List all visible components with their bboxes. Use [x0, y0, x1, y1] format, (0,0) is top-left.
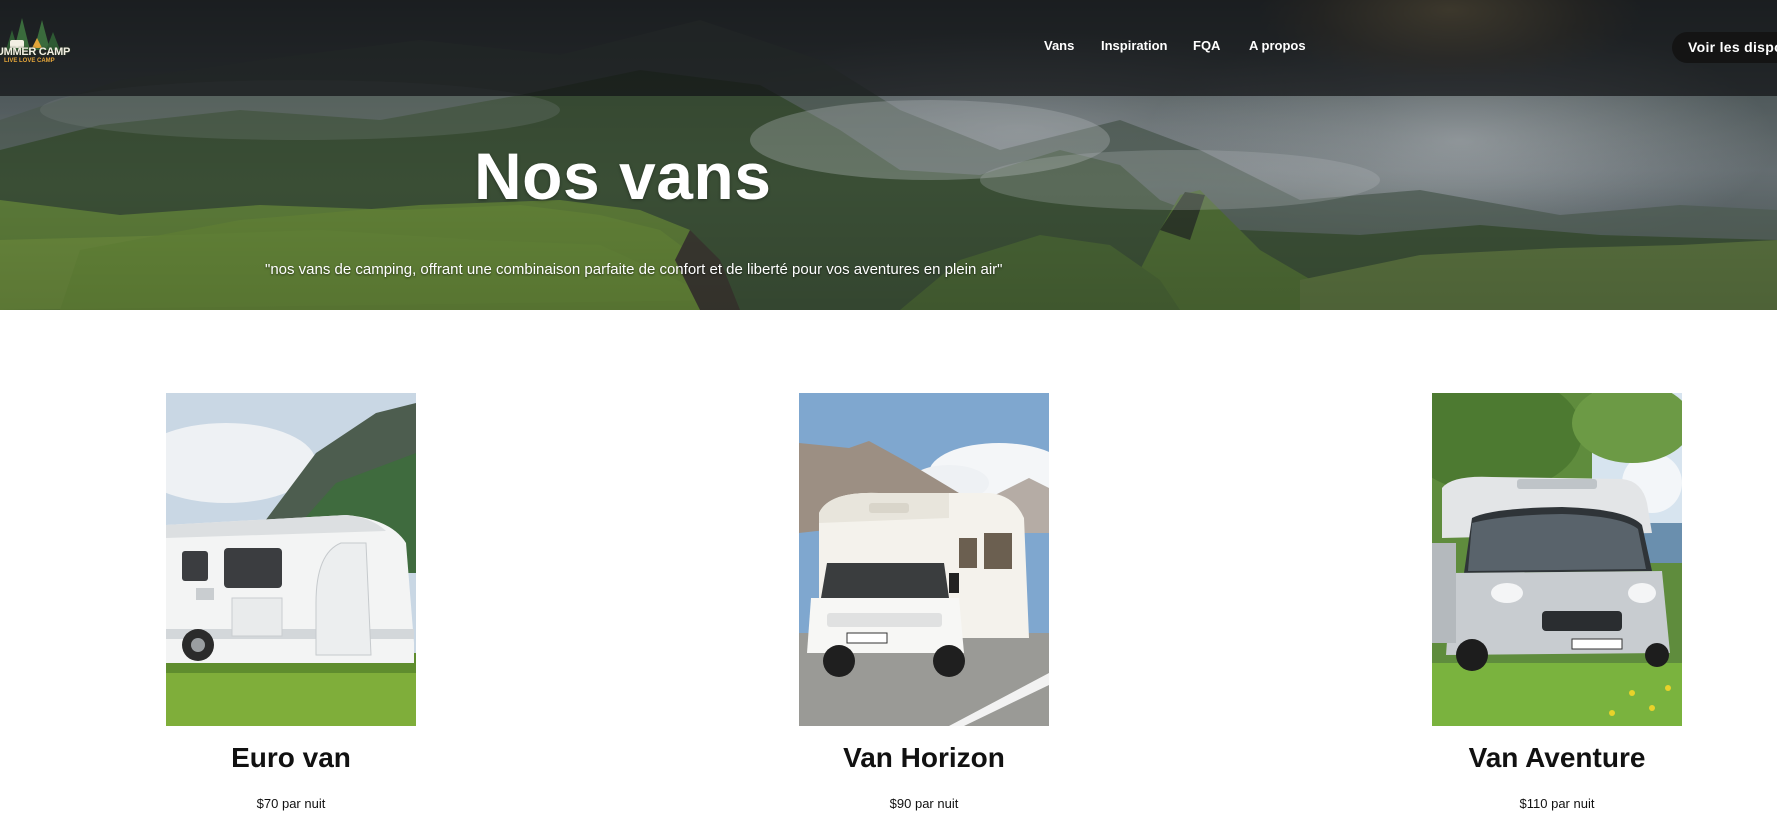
nav-item-inspiration[interactable]: Inspiration	[1101, 38, 1167, 53]
van-price: $110 par nuit	[1519, 796, 1595, 811]
logo-text: UMMER CAMP	[0, 46, 70, 58]
van-price: $90 par nuit	[889, 796, 959, 811]
van-card-euro-van[interactable]: Euro van $70 par nuit	[166, 393, 416, 811]
van-name: Euro van	[231, 742, 351, 773]
van-photo[interactable]	[1432, 393, 1682, 726]
van-photo[interactable]	[799, 393, 1049, 726]
page: UMMER CAMP LIVE LOVE CAMP Vans Inspirati…	[0, 0, 1777, 837]
van-name: Van Aventure	[1468, 742, 1646, 773]
site-header: UMMER CAMP LIVE LOVE CAMP Vans Inspirati…	[0, 0, 1777, 96]
van-card-van-aventure[interactable]: Van Aventure $110 par nuit	[1432, 393, 1682, 811]
van-photo[interactable]	[166, 393, 416, 726]
nav-item-fqa[interactable]: FQA	[1193, 38, 1220, 53]
site-logo[interactable]: UMMER CAMP LIVE LOVE CAMP	[0, 12, 70, 68]
nav-item-vans[interactable]: Vans	[1044, 38, 1074, 53]
van-card-van-horizon[interactable]: Van Horizon $90 par nuit	[799, 393, 1049, 811]
caravan-image	[166, 393, 416, 726]
camper-van-image	[1432, 393, 1682, 726]
van-price: $70 par nuit	[256, 796, 326, 811]
motorhome-image	[799, 393, 1049, 726]
availability-button[interactable]: Voir les dispo	[1672, 32, 1777, 63]
van-name: Van Horizon	[843, 742, 1005, 773]
logo-tagline: LIVE LOVE CAMP	[4, 58, 55, 64]
page-title: Nos vans	[474, 139, 772, 213]
nav-item-a-propos[interactable]: A propos	[1249, 38, 1306, 53]
hero-subtitle: "nos vans de camping, offrant une combin…	[265, 261, 1003, 278]
